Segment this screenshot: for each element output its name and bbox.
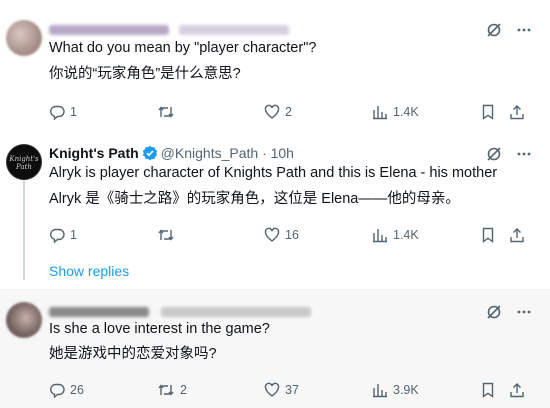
like-count: 16 xyxy=(285,228,299,242)
blurred-username xyxy=(49,307,149,318)
show-replies-link[interactable]: Show replies xyxy=(49,263,129,279)
views-count: 1.4K xyxy=(393,228,419,242)
like-button[interactable]: 37 xyxy=(264,382,299,398)
tweet-header xyxy=(49,20,289,38)
more-icon[interactable] xyxy=(516,304,532,320)
like-button[interactable]: 2 xyxy=(264,104,292,120)
share-icon xyxy=(509,382,525,398)
like-count: 37 xyxy=(285,383,299,397)
tweet-text-en: What do you mean by "player character"? xyxy=(49,40,317,56)
retweet-icon xyxy=(157,382,175,398)
retweet-icon xyxy=(157,227,175,243)
views-button[interactable]: 1.4K xyxy=(372,104,419,120)
reply-count: 1 xyxy=(70,105,77,119)
tweet-top-icons xyxy=(486,146,532,162)
retweet-icon xyxy=(157,104,175,120)
grok-icon[interactable] xyxy=(486,304,502,320)
reply-tweet-1[interactable]: What do you mean by "player character"? … xyxy=(0,0,550,120)
like-icon xyxy=(264,382,280,398)
views-icon xyxy=(372,227,388,243)
share-button[interactable] xyxy=(509,382,525,398)
display-name[interactable]: Knight's Path xyxy=(49,145,139,161)
tweet-text-zh: Alryk 是《骑士之路》的玩家角色，这位是 Elena——他的母亲。 xyxy=(49,191,460,207)
retweet-button[interactable] xyxy=(157,227,180,243)
reply-icon xyxy=(49,227,65,243)
tweet-text-zh: 你说的“玩家角色”是什么意思? xyxy=(49,66,241,82)
avatar[interactable] xyxy=(6,20,42,56)
tweet-top-icons xyxy=(486,22,532,38)
reply-icon xyxy=(49,382,65,398)
bookmark-button[interactable] xyxy=(480,382,496,398)
like-count: 2 xyxy=(285,105,292,119)
more-icon[interactable] xyxy=(516,146,532,162)
share-button[interactable] xyxy=(509,227,525,243)
like-icon xyxy=(264,104,280,120)
reply-count: 1 xyxy=(70,228,77,242)
bookmark-button[interactable] xyxy=(480,104,496,120)
grok-icon[interactable] xyxy=(486,146,502,162)
tweet-text-en: Alryk is player character of Knights Pat… xyxy=(49,165,498,181)
tweet-text-zh: 她是游戏中的恋爱对象吗? xyxy=(49,346,217,362)
share-button[interactable] xyxy=(509,104,525,120)
share-icon xyxy=(509,104,525,120)
reply-tweet-2[interactable]: Knight's Path Knight's Path @Knights_Path… xyxy=(0,130,550,285)
avatar[interactable] xyxy=(6,302,42,338)
views-icon xyxy=(372,104,388,120)
blurred-handle xyxy=(178,25,289,36)
views-button[interactable]: 3.9K xyxy=(372,382,419,398)
bookmark-button[interactable] xyxy=(480,227,496,243)
share-icon xyxy=(509,227,525,243)
tweet-header xyxy=(49,302,311,320)
more-icon[interactable] xyxy=(516,22,532,38)
views-button[interactable]: 1.4K xyxy=(372,227,419,243)
reply-button[interactable]: 1 xyxy=(49,104,77,120)
blurred-handle xyxy=(160,307,311,318)
like-button[interactable]: 16 xyxy=(264,227,299,243)
avatar[interactable]: Knight's Path xyxy=(6,144,42,180)
action-bar: 26 2 37 3.9K xyxy=(49,382,529,402)
grok-icon[interactable] xyxy=(486,22,502,38)
like-icon xyxy=(264,227,280,243)
bookmark-icon xyxy=(480,382,496,398)
reply-count: 26 xyxy=(70,383,84,397)
action-bar: 1 2 1.4K xyxy=(49,104,529,124)
retweet-button[interactable] xyxy=(157,104,180,120)
bookmark-icon xyxy=(480,227,496,243)
tweet-header: Knight's Path @Knights_Path · 10h xyxy=(49,144,294,162)
tweet-top-icons xyxy=(486,304,532,320)
avatar-logo-text: Knight's Path xyxy=(9,155,39,171)
retweet-button[interactable]: 2 xyxy=(157,382,187,398)
views-count: 1.4K xyxy=(393,105,419,119)
handle[interactable]: @Knights_Path xyxy=(161,145,259,161)
bookmark-icon xyxy=(480,104,496,120)
blurred-username xyxy=(49,25,169,36)
tweet-text-en: Is she a love interest in the game? xyxy=(49,321,270,337)
verified-badge-icon xyxy=(142,145,158,161)
reply-button[interactable]: 1 xyxy=(49,227,77,243)
reply-button[interactable]: 26 xyxy=(49,382,84,398)
reply-tweet-3[interactable]: Is she a love interest in the game? 她是游戏… xyxy=(0,290,550,408)
views-count: 3.9K xyxy=(393,383,419,397)
retweet-count: 2 xyxy=(180,383,187,397)
reply-icon xyxy=(49,104,65,120)
timestamp[interactable]: · 10h xyxy=(262,145,294,161)
views-icon xyxy=(372,382,388,398)
action-bar: 1 16 1.4K xyxy=(49,227,529,247)
